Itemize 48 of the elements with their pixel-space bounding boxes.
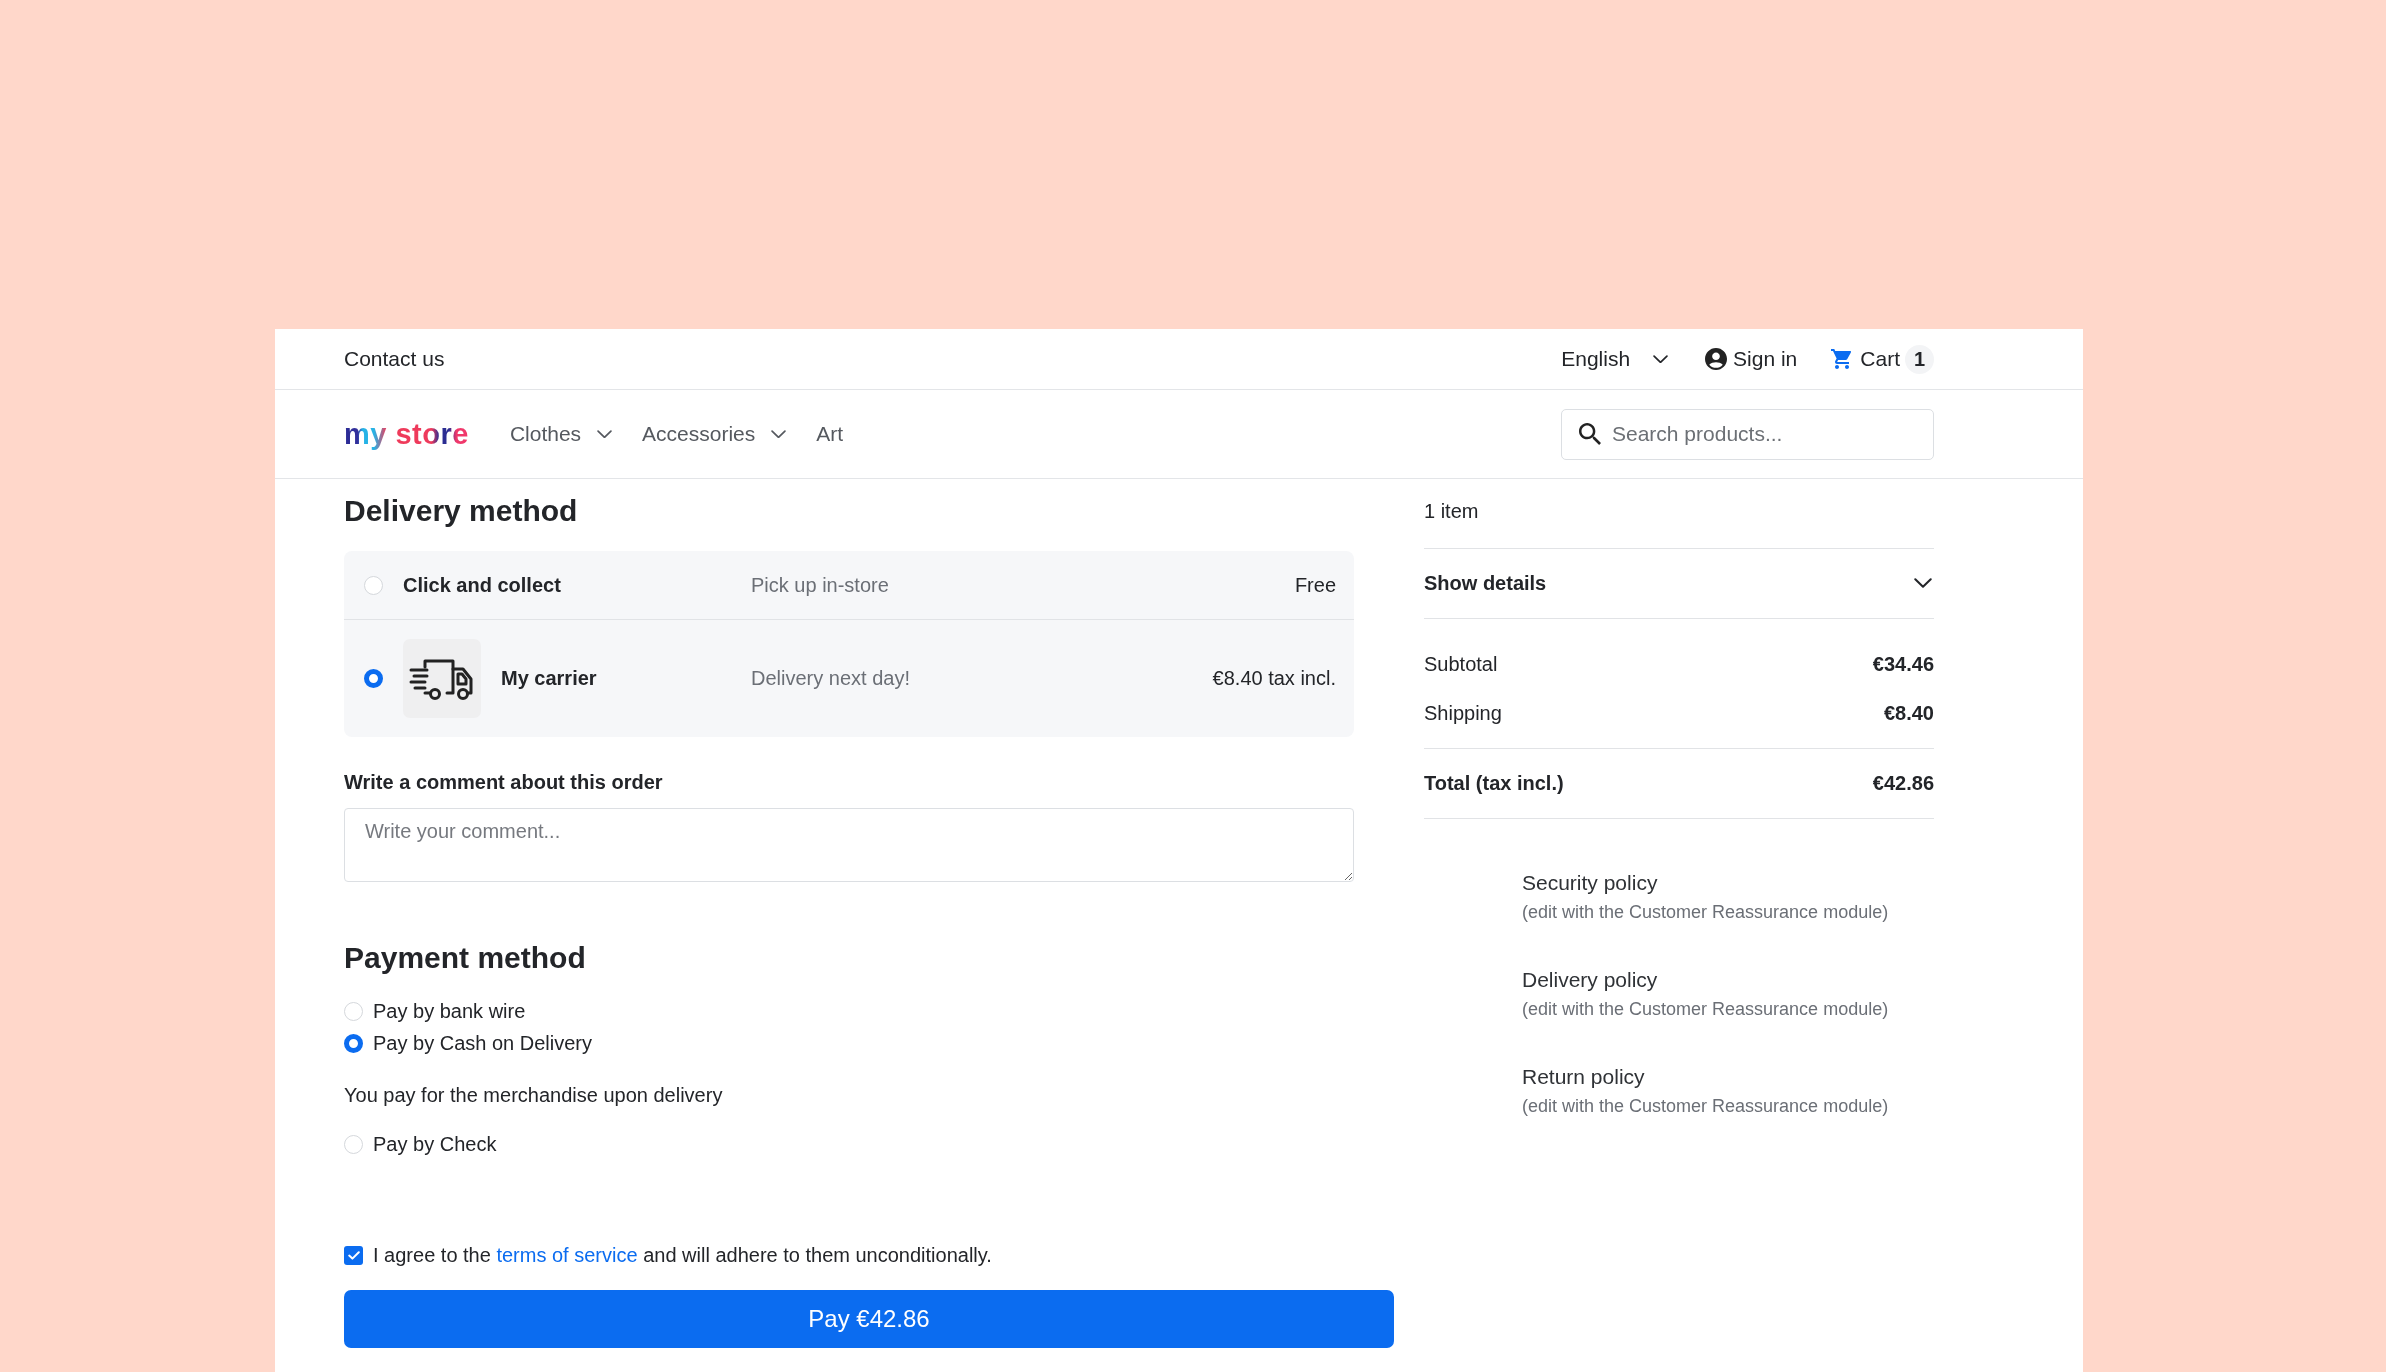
chevron-down-icon: [1653, 354, 1669, 364]
section-heading: Payment method: [344, 940, 587, 976]
contact-link[interactable]: Contact us: [344, 347, 445, 371]
summary-label: Subtotal: [1424, 652, 1498, 676]
comment-field[interactable]: Write your comment...: [344, 808, 1354, 882]
cart-link[interactable]: Cart 1: [1831, 344, 1934, 374]
nav-menu-item[interactable]: Clothes: [509, 422, 613, 446]
carrier-price: €8.40 tax incl.: [1212, 667, 1336, 690]
policy-title: Security policy: [1522, 870, 1659, 896]
policy-note: (edit with the Customer Reassurance module): [1522, 1095, 1890, 1118]
total-label: Total (tax incl.): [1424, 772, 1564, 795]
carrier-name: Click and collect: [403, 573, 561, 597]
nav-menu-item[interactable]: Art: [816, 422, 844, 446]
carrier-description: Pick up in-store: [751, 573, 890, 597]
terms-checkbox[interactable]: [344, 1245, 363, 1265]
policy-note: (edit with the Customer Reassurance module): [1522, 901, 1890, 924]
carrier-price: Free: [1294, 573, 1336, 597]
pay-button[interactable]: Pay €42.86: [344, 1290, 1394, 1348]
nav-menu-item[interactable]: Accessories: [642, 422, 787, 446]
payment-option-label[interactable]: Pay by bank wire: [373, 999, 526, 1023]
sign-in-link[interactable]: Sign in: [1705, 347, 1798, 371]
comment-label: Write a comment about this order: [344, 770, 664, 794]
section-heading: Delivery method: [344, 493, 579, 529]
check-icon: [347, 1250, 360, 1260]
show-details-toggle[interactable]: Show details: [1424, 549, 1934, 619]
user-icon: [1705, 348, 1728, 370]
item-count: 1 item: [1424, 493, 1934, 549]
payment-option-label[interactable]: Pay by Cash on Delivery: [373, 1031, 592, 1055]
policy-note: (edit with the Customer Reassurance module): [1522, 998, 1890, 1021]
carrier-name: My carrier: [501, 667, 597, 690]
summary-value: €34.46: [1872, 652, 1934, 676]
cart-count: 1: [1905, 344, 1934, 374]
payment-note: You pay for the merchandise upon delivery: [344, 1083, 724, 1108]
carrier-description: Delivery next day!: [751, 667, 911, 690]
search-icon: [1579, 422, 1601, 445]
terms-link[interactable]: terms of service: [496, 1243, 638, 1266]
cart-icon: [1831, 349, 1854, 369]
policy-title: Delivery policy: [1522, 967, 1659, 993]
total-value: €42.86: [1872, 772, 1934, 795]
search-field[interactable]: Search products...: [1561, 408, 1934, 460]
summary-label: Shipping: [1424, 701, 1502, 725]
radio-button[interactable]: [364, 669, 383, 688]
radio-button[interactable]: [344, 1033, 363, 1053]
payment-option-label[interactable]: Pay by Check: [373, 1132, 497, 1156]
policy-title: Return policy: [1522, 1064, 1646, 1090]
summary-value: €8.40: [1883, 701, 1934, 725]
terms-text: I agree to the terms of service and will adhere to them unconditionally.: [373, 1243, 992, 1267]
language-select[interactable]: English: [1561, 347, 1669, 371]
